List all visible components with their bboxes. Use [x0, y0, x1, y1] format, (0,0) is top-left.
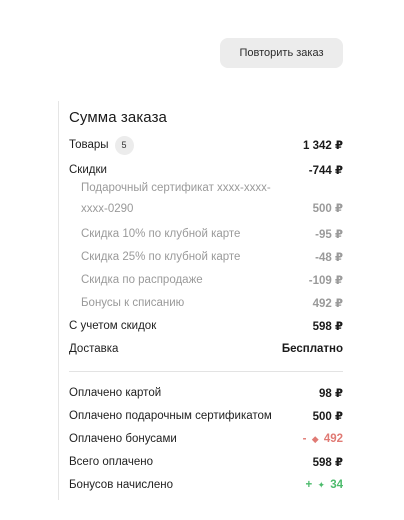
total-paid-label: Всего оплачено — [69, 456, 153, 468]
bonuses-accrued-amount: + ✦ 34 — [306, 479, 343, 491]
goods-row: Товары 5 1 342 ₽ — [69, 135, 343, 155]
paid-bonuses-amount: - ◆ 492 — [303, 433, 343, 445]
summary-divider — [69, 371, 343, 372]
paid-certificate-value: 500 ₽ — [312, 411, 343, 423]
paid-certificate-row: Оплачено подарочным сертификатом 500 ₽ — [69, 407, 343, 425]
bonus-diamond-icon: ✦ — [317, 480, 325, 490]
discounts-label: Скидки — [69, 164, 107, 176]
discount-item-certificate: Подарочный сертификат хххх-хххх-хххх-029… — [69, 182, 343, 220]
discount-item-value: 500 ₽ — [312, 203, 343, 215]
repeat-order-button[interactable]: Повторить заказ — [220, 38, 343, 68]
plus-sign: + — [305, 479, 313, 491]
with-discounts-value: 598 ₽ — [312, 321, 343, 333]
discounts-row: Скидки -744 ₽ — [69, 161, 343, 179]
discount-item-value: -48 ₽ — [315, 252, 343, 264]
goods-label: Товары — [69, 139, 109, 151]
discount-item-value: 492 ₽ — [312, 298, 343, 310]
paid-card-row: Оплачено картой 98 ₽ — [69, 384, 343, 402]
paid-bonuses-label: Оплачено бонусами — [69, 433, 177, 445]
discount-item-label: Скидка 25% по клубной карте — [81, 251, 241, 263]
delivery-row: Доставка Бесплатно — [69, 340, 343, 358]
goods-count-badge: 5 — [114, 135, 134, 155]
order-summary: Сумма заказа Товары 5 1 342 ₽ Скидки -74… — [58, 101, 345, 500]
discount-item-value: -95 ₽ — [315, 229, 343, 241]
discount-item-value: -109 ₽ — [308, 275, 343, 287]
paid-bonuses-row: Оплачено бонусами - ◆ 492 — [69, 430, 343, 448]
with-discounts-label: С учетом скидок — [69, 320, 157, 332]
total-paid-value: 598 ₽ — [312, 457, 343, 469]
summary-title: Сумма заказа — [69, 109, 168, 126]
bonuses-accrued-label: Бонусов начислено — [69, 479, 174, 491]
paid-card-value: 98 ₽ — [319, 388, 343, 400]
delivery-value: Бесплатно — [281, 343, 343, 355]
delivery-label: Доставка — [69, 343, 119, 355]
goods-value: 1 342 ₽ — [303, 140, 343, 152]
discount-item-label: Бонусы к списанию — [81, 297, 185, 309]
paid-bonuses-value: 492 — [323, 433, 343, 445]
total-paid-row: Всего оплачено 598 ₽ — [69, 453, 343, 471]
discount-item-sale: Скидка по распродаже -109 ₽ — [69, 271, 343, 289]
discount-item-club-25: Скидка 25% по клубной карте -48 ₽ — [69, 248, 343, 266]
discount-item-label: Подарочный сертификат хххх-хххх-хххх-029… — [81, 182, 271, 215]
with-discounts-row: С учетом скидок 598 ₽ — [69, 317, 343, 335]
discount-item-label: Скидка 10% по клубной карте — [81, 228, 241, 240]
discount-item-label: Скидка по распродаже — [81, 274, 203, 286]
minus-sign: - — [302, 433, 307, 445]
discount-item-club-10: Скидка 10% по клубной карте -95 ₽ — [69, 225, 343, 243]
bonuses-accrued-row: Бонусов начислено + ✦ 34 — [69, 476, 343, 494]
bonuses-accrued-value: 34 — [330, 479, 343, 491]
discount-item-bonuses: Бонусы к списанию 492 ₽ — [69, 294, 343, 312]
bonus-diamond-icon: ◆ — [311, 434, 319, 444]
paid-card-label: Оплачено картой — [69, 387, 162, 399]
paid-certificate-label: Оплачено подарочным сертификатом — [69, 410, 272, 422]
discounts-value: -744 ₽ — [308, 165, 343, 177]
